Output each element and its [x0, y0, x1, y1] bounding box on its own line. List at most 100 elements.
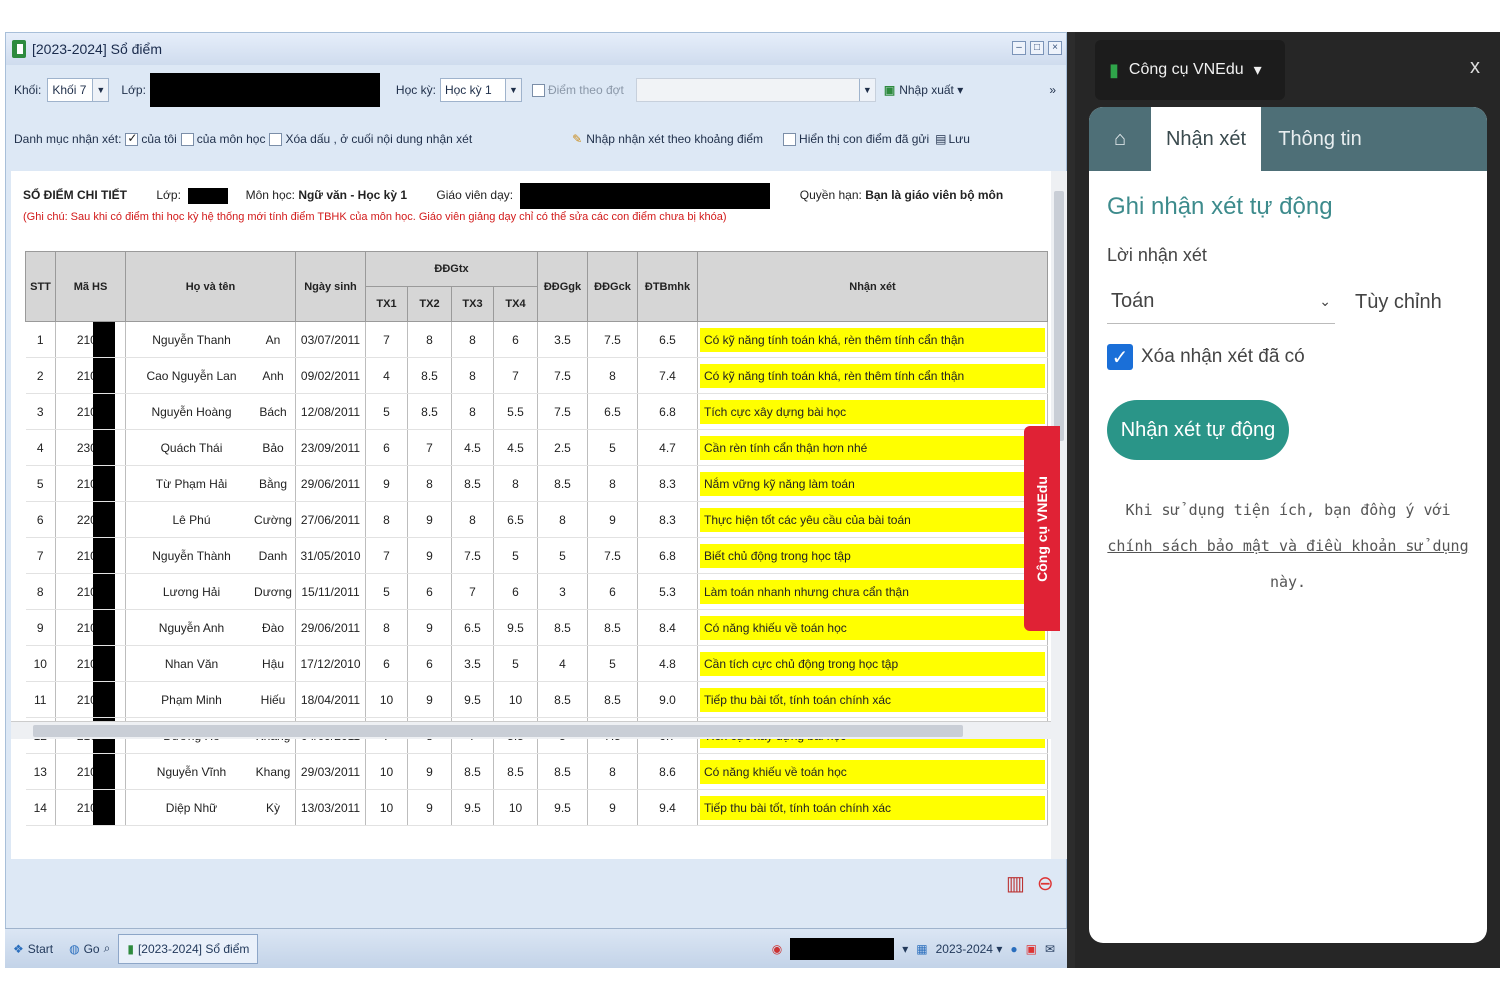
- score-cell-tb[interactable]: 6.8: [637, 393, 698, 430]
- table-row[interactable]: 1021078Nhan VănHậu17/12/2010663.55454.8C…: [25, 645, 1048, 682]
- score-cell-ck[interactable]: 8.5: [587, 609, 638, 646]
- score-cell-tx3[interactable]: 3.5: [451, 645, 494, 682]
- birthdate-cell[interactable]: 12/08/2011: [295, 393, 366, 430]
- book-icon[interactable]: ▥: [1006, 871, 1025, 896]
- score-cell-ck[interactable]: 5: [587, 429, 638, 466]
- vnedu-side-tab[interactable]: Công cụ VNEdu: [1024, 426, 1060, 631]
- auto-comment-button[interactable]: Nhận xét tự động: [1107, 400, 1289, 460]
- score-cell-tx1[interactable]: 7: [365, 537, 408, 574]
- comment-cell[interactable]: Làm toán nhanh nhưng chưa cẩn thận: [697, 573, 1048, 610]
- score-cell-gk[interactable]: 8.5: [537, 465, 588, 502]
- score-cell-tx2[interactable]: 8: [407, 465, 452, 502]
- panel-header-button[interactable]: ▮ Công cụ VNEdu ▾: [1095, 40, 1285, 100]
- score-cell-tx1[interactable]: 7: [365, 321, 408, 358]
- birthdate-cell[interactable]: 29/06/2011: [295, 609, 366, 646]
- score-cell-tx2[interactable]: 8.5: [407, 357, 452, 394]
- birthdate-cell[interactable]: 18/04/2011: [295, 681, 366, 718]
- col-mahs[interactable]: Mã HS: [55, 251, 126, 322]
- horizontal-scroll-thumb[interactable]: [33, 725, 963, 737]
- col-tx1[interactable]: TX1: [365, 286, 408, 322]
- col-tx4[interactable]: TX4: [493, 286, 538, 322]
- birthdate-cell[interactable]: 29/06/2011: [295, 465, 366, 502]
- score-cell-gk[interactable]: 8.5: [537, 681, 588, 718]
- score-cell-gk[interactable]: 9.5: [537, 789, 588, 826]
- birthdate-cell[interactable]: 17/12/2010: [295, 645, 366, 682]
- col-ngaysinh[interactable]: Ngày sinh: [295, 251, 366, 322]
- mahs-cell[interactable]: 21045: [55, 465, 126, 502]
- mahs-cell[interactable]: 21045: [55, 537, 126, 574]
- table-row[interactable]: 921078Nguyễn AnhĐào29/06/2011896.59.58.5…: [25, 609, 1048, 646]
- score-cell-gk[interactable]: 2.5: [537, 429, 588, 466]
- score-cell-tx4[interactable]: 4.5: [493, 429, 538, 466]
- name-cell[interactable]: Lê Phú Cường: [125, 501, 296, 538]
- table-row[interactable]: 1421078Diệp NhữKỳ13/03/20111099.5109.599…: [25, 789, 1048, 826]
- score-cell-tb[interactable]: 8.3: [637, 501, 698, 538]
- col-ddggk[interactable]: ĐĐGgk: [537, 251, 588, 322]
- col-dtbmhk[interactable]: ĐTBmhk: [637, 251, 698, 322]
- score-cell-tb[interactable]: 9.4: [637, 789, 698, 826]
- score-cell-ck[interactable]: 8: [587, 357, 638, 394]
- score-cell-tx3[interactable]: 8.5: [451, 465, 494, 502]
- vertical-scroll-thumb[interactable]: [1054, 191, 1064, 441]
- score-cell-tx4[interactable]: 8: [493, 465, 538, 502]
- score-cell-tx1[interactable]: 4: [365, 357, 408, 394]
- score-cell-tx3[interactable]: 9.5: [451, 681, 494, 718]
- score-cell-ck[interactable]: 8: [587, 753, 638, 790]
- mahs-cell[interactable]: 22016: [55, 501, 126, 538]
- close-button[interactable]: ×: [1048, 41, 1062, 55]
- score-cell-ck[interactable]: 5: [587, 645, 638, 682]
- khoi-select[interactable]: Khối 7 ▼: [47, 78, 110, 102]
- nhap-xuat-button[interactable]: Nhập xuất ▾: [899, 83, 963, 97]
- score-cell-gk[interactable]: 4: [537, 645, 588, 682]
- diem-theo-dot-checkbox[interactable]: [531, 83, 545, 97]
- score-cell-gk[interactable]: 3.5: [537, 321, 588, 358]
- col-hoten[interactable]: Họ và tên: [125, 251, 296, 322]
- comment-cell[interactable]: Có năng khiếu về toán học: [697, 609, 1048, 646]
- score-cell-gk[interactable]: 8.5: [537, 753, 588, 790]
- score-cell-tx3[interactable]: 7: [451, 573, 494, 610]
- score-cell-tx3[interactable]: 7.5: [451, 537, 494, 574]
- clear-comments-checkbox[interactable]: ✓: [1107, 344, 1133, 370]
- score-cell-tx2[interactable]: 8: [407, 321, 452, 358]
- comment-cell[interactable]: Tích cực xây dựng bài học: [697, 393, 1048, 430]
- score-cell-tb[interactable]: 4.7: [637, 429, 698, 466]
- score-cell-tx4[interactable]: 10: [493, 681, 538, 718]
- score-cell-tx3[interactable]: 8: [451, 393, 494, 430]
- custom-link[interactable]: Tùy chỉnh: [1355, 291, 1442, 314]
- score-cell-tx2[interactable]: 9: [407, 681, 452, 718]
- comment-cell[interactable]: Biết chủ động trong học tập: [697, 537, 1048, 574]
- score-cell-tb[interactable]: 5.3: [637, 573, 698, 610]
- stop-icon[interactable]: ⊖: [1037, 871, 1054, 896]
- score-cell-ck[interactable]: 9: [587, 501, 638, 538]
- tab-home[interactable]: ⌂: [1089, 107, 1151, 171]
- score-cell-tx4[interactable]: 10: [493, 789, 538, 826]
- comment-cell[interactable]: Tiếp thu bài tốt, tính toán chính xác: [697, 681, 1048, 718]
- score-cell-tb[interactable]: 7.4: [637, 357, 698, 394]
- score-cell-tx1[interactable]: 6: [365, 645, 408, 682]
- score-cell-tx2[interactable]: 9: [407, 753, 452, 790]
- table-row[interactable]: 821078Lương HảiDương15/11/20115676365.3L…: [25, 573, 1048, 610]
- name-cell[interactable]: Lương Hải Dương: [125, 573, 296, 610]
- score-cell-tx3[interactable]: 8: [451, 501, 494, 538]
- comment-select[interactable]: Toán ⌄: [1107, 280, 1335, 324]
- comment-cell[interactable]: Nắm vững kỹ năng làm toán: [697, 465, 1048, 502]
- comment-cell[interactable]: Có kỹ năng tính toán khá, rèn thêm tính …: [697, 321, 1048, 358]
- score-cell-tx4[interactable]: 9.5: [493, 609, 538, 646]
- mahs-cell[interactable]: 21045: [55, 321, 126, 358]
- score-cell-tx1[interactable]: 10: [365, 789, 408, 826]
- dot-select[interactable]: ▼: [635, 78, 876, 102]
- table-row[interactable]: 721045Nguyễn ThànhDanh31/05/2010797.5557…: [25, 537, 1048, 574]
- score-cell-gk[interactable]: 5: [537, 537, 588, 574]
- table-row[interactable]: 521045Từ Phạm HảiBằng29/06/2011988.588.5…: [25, 465, 1048, 502]
- name-cell[interactable]: Diệp Nhữ Kỳ: [125, 789, 296, 826]
- info-icon[interactable]: ●: [1010, 942, 1017, 956]
- minimize-button[interactable]: –: [1012, 41, 1026, 55]
- mahs-cell[interactable]: 21045: [55, 681, 126, 718]
- nhap-nhan-xet-button[interactable]: Nhập nhận xét theo khoảng điểm: [586, 132, 763, 146]
- score-cell-tx3[interactable]: 8.5: [451, 753, 494, 790]
- score-cell-tx4[interactable]: 7: [493, 357, 538, 394]
- name-cell[interactable]: Nguyễn Hoàng Bách: [125, 393, 296, 430]
- score-cell-ck[interactable]: 6.5: [587, 393, 638, 430]
- table-row[interactable]: 1121045Phạm MinhHiếu18/04/20111099.5108.…: [25, 681, 1048, 718]
- birthdate-cell[interactable]: 23/09/2011: [295, 429, 366, 466]
